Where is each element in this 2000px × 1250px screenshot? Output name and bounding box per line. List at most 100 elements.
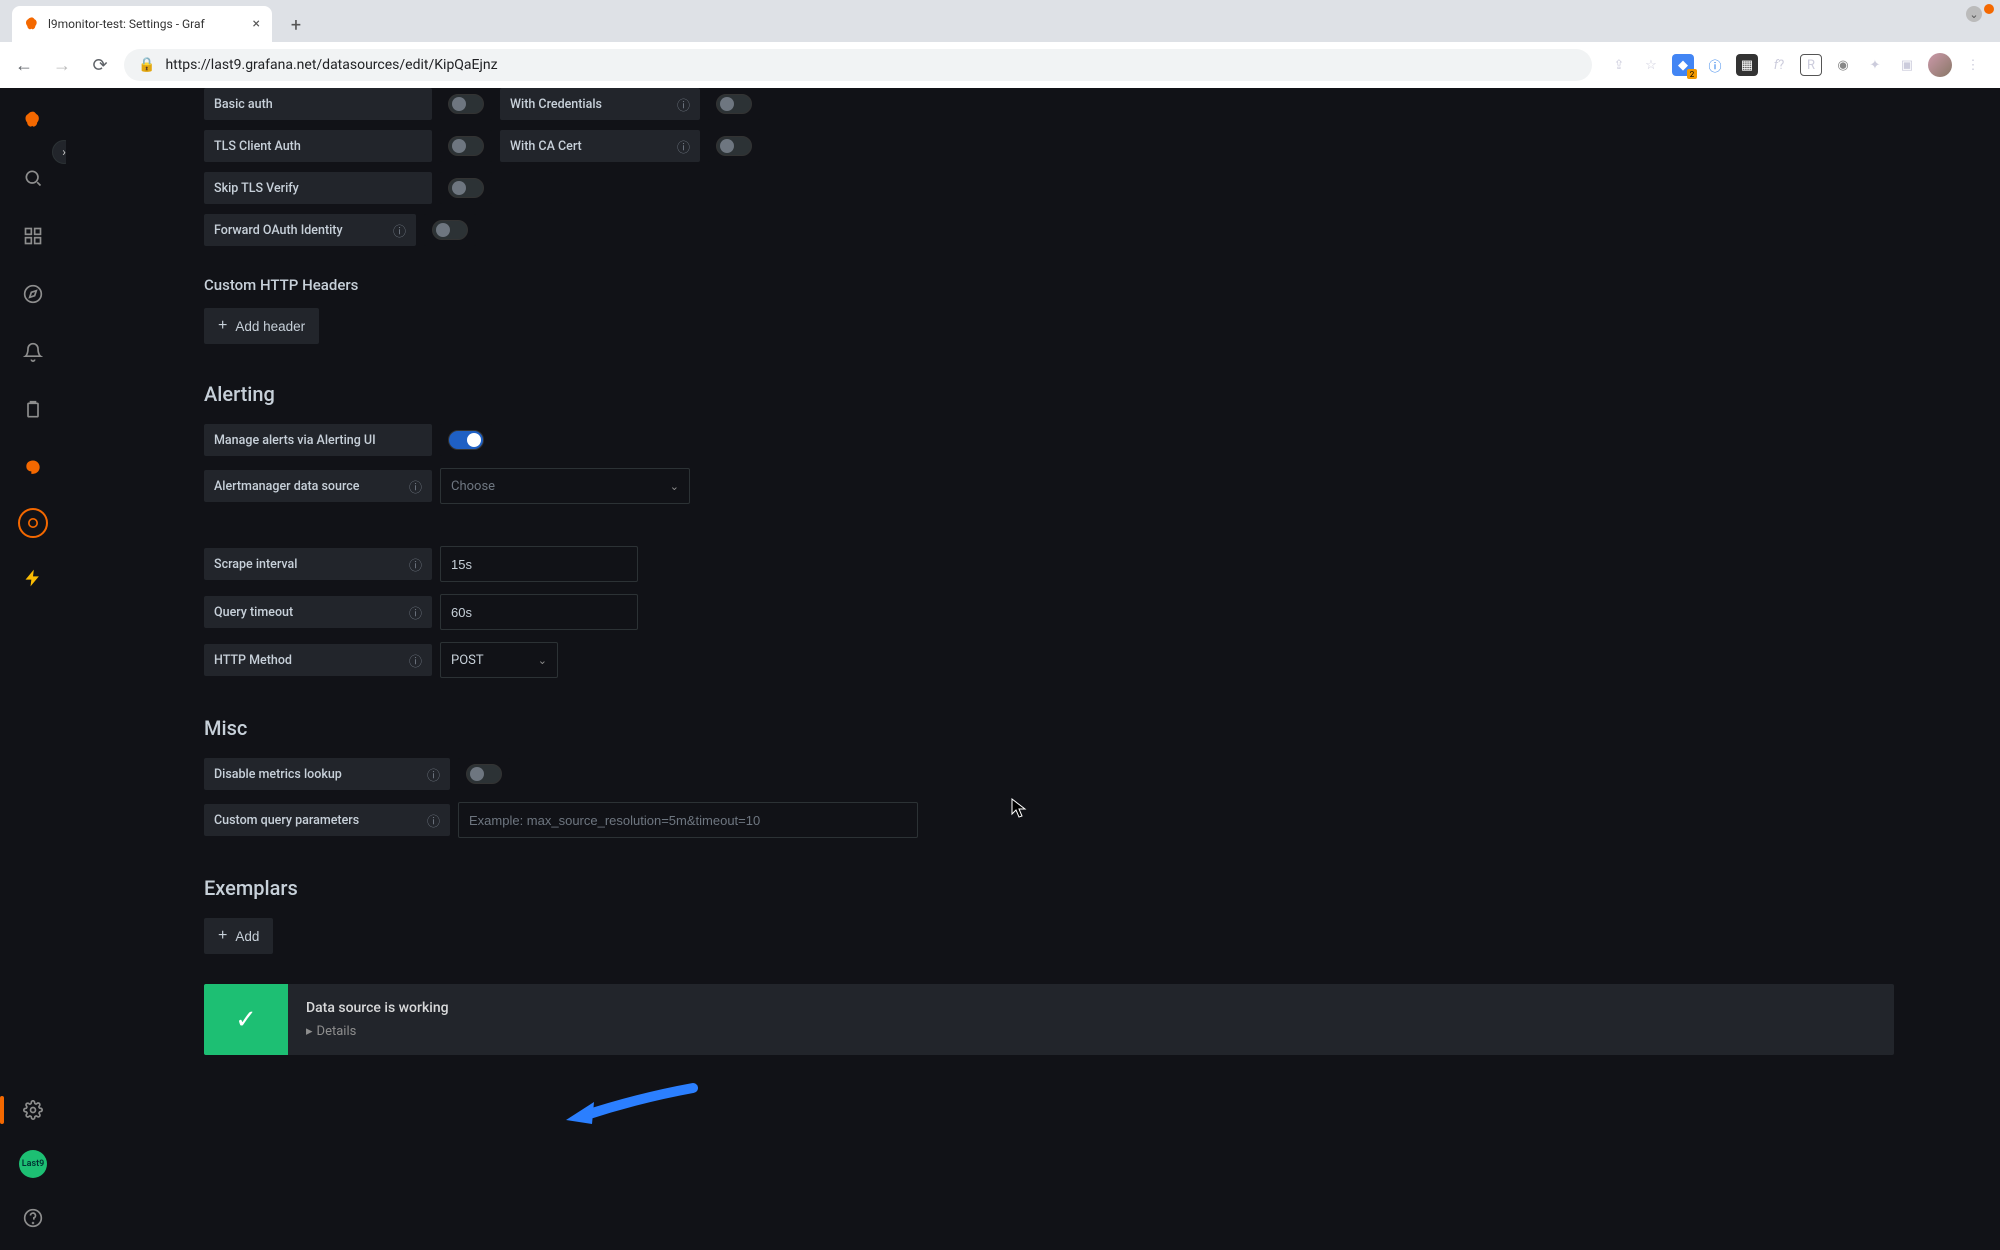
sidebar: › Last9 — [0, 88, 66, 1250]
profile-avatar[interactable] — [1928, 53, 1952, 77]
settings-icon[interactable] — [15, 1092, 51, 1128]
manage-alerts-toggle[interactable] — [448, 430, 484, 450]
dashboards-icon[interactable] — [15, 218, 51, 254]
disable-lookup-label: Disable metrics lookup ⓘ — [204, 758, 450, 790]
query-timeout-input[interactable] — [440, 594, 638, 630]
disable-lookup-row: Disable metrics lookup ⓘ — [204, 758, 1894, 790]
new-tab-button[interactable]: + — [282, 11, 310, 39]
info-icon[interactable]: ⓘ — [409, 477, 422, 496]
extension-info-icon[interactable]: ⓘ — [1704, 54, 1726, 76]
misc-title: Misc — [204, 716, 1894, 740]
bolt-icon[interactable] — [15, 560, 51, 596]
back-button[interactable]: ← — [10, 51, 38, 79]
clipboard-icon[interactable] — [15, 392, 51, 428]
sidepanel-icon[interactable]: ▣ — [1896, 54, 1918, 76]
extensions-puzzle-icon[interactable]: ✦ — [1864, 54, 1886, 76]
address-bar: ← → ⟳ 🔒 https://last9.grafana.net/dataso… — [0, 42, 2000, 88]
extension-dark-icon[interactable]: ▦ — [1736, 54, 1758, 76]
info-icon[interactable]: ⓘ — [427, 765, 440, 784]
status-title: Data source is working — [306, 1000, 449, 1016]
alertmanager-select[interactable]: Choose ⌄ — [440, 468, 690, 504]
alerting-title: Alerting — [204, 382, 1894, 406]
tls-client-auth-label: TLS Client Auth — [204, 130, 432, 162]
disable-lookup-toggle[interactable] — [466, 764, 502, 784]
exemplars-title: Exemplars — [204, 876, 1894, 900]
manage-alerts-label: Manage alerts via Alerting UI — [204, 424, 432, 456]
forward-button[interactable]: → — [48, 51, 76, 79]
chrome-menu-icon[interactable]: ⋮ — [1962, 54, 1984, 76]
info-icon[interactable]: ⓘ — [677, 95, 690, 114]
incident-icon[interactable] — [18, 508, 48, 538]
url-field[interactable]: 🔒 https://last9.grafana.net/datasources/… — [124, 49, 1592, 81]
info-icon[interactable]: ⓘ — [677, 137, 690, 156]
share-icon[interactable]: ⇪ — [1608, 54, 1630, 76]
chrome-expand-icon[interactable]: ⌄ — [1966, 6, 1982, 22]
custom-params-row: Custom query parameters ⓘ — [204, 802, 1894, 838]
http-method-row: HTTP Method ⓘ POST ⌄ — [204, 642, 1894, 678]
window-control-dot — [1984, 4, 1994, 14]
annotation-arrow — [558, 1080, 698, 1136]
status-banner: ✓ Data source is working ▸ Details — [204, 984, 1894, 1055]
auth-row-oauth: Forward OAuth Identity ⓘ — [204, 214, 1894, 246]
chevron-down-icon: ⌄ — [670, 480, 679, 493]
auth-row-skip: Skip TLS Verify — [204, 172, 1894, 204]
forward-oauth-toggle[interactable] — [432, 220, 468, 240]
auth-row-tls: TLS Client Auth With CA Cert ⓘ — [204, 130, 1894, 162]
http-method-label: HTTP Method ⓘ — [204, 644, 432, 676]
oncall-icon[interactable] — [15, 450, 51, 486]
alertmanager-label: Alertmanager data source ⓘ — [204, 470, 432, 502]
check-icon: ✓ — [204, 984, 288, 1055]
reload-button[interactable]: ⟳ — [86, 51, 114, 79]
lock-icon: 🔒 — [138, 57, 155, 73]
status-details-toggle[interactable]: ▸ Details — [306, 1024, 449, 1039]
search-icon[interactable] — [15, 160, 51, 196]
extension-rec-icon[interactable]: ◉ — [1832, 54, 1854, 76]
with-ca-cert-toggle[interactable] — [716, 136, 752, 156]
custom-params-input[interactable] — [458, 802, 918, 838]
extension-blue-icon[interactable]: ◆ — [1672, 54, 1694, 76]
basic-auth-label: Basic auth — [204, 88, 432, 120]
grafana-favicon-icon — [24, 16, 40, 32]
scrape-interval-row: Scrape interval ⓘ — [204, 546, 1894, 582]
with-credentials-label: With Credentials ⓘ — [500, 88, 700, 120]
browser-chrome: l9monitor-test: Settings - Graf × + ⌄ ← … — [0, 0, 2000, 88]
basic-auth-toggle[interactable] — [448, 94, 484, 114]
auth-row-basic: Basic auth With Credentials ⓘ — [204, 88, 1894, 120]
http-method-select[interactable]: POST ⌄ — [440, 642, 558, 678]
tab-bar: l9monitor-test: Settings - Graf × + ⌄ — [0, 0, 2000, 42]
skip-tls-verify-label: Skip TLS Verify — [204, 172, 432, 204]
star-icon[interactable]: ☆ — [1640, 54, 1662, 76]
url-text: https://last9.grafana.net/datasources/ed… — [165, 57, 497, 73]
alerting-icon[interactable] — [15, 334, 51, 370]
grafana-app: › Last9 — [0, 88, 2000, 1250]
info-icon[interactable]: ⓘ — [409, 651, 422, 670]
with-ca-cert-label: With CA Cert ⓘ — [500, 130, 700, 162]
scrape-interval-input[interactable] — [440, 546, 638, 582]
custom-params-label: Custom query parameters ⓘ — [204, 804, 450, 836]
info-icon[interactable]: ⓘ — [427, 811, 440, 830]
browser-tab[interactable]: l9monitor-test: Settings - Graf × — [12, 6, 272, 42]
info-icon[interactable]: ⓘ — [409, 555, 422, 574]
manage-alerts-row: Manage alerts via Alerting UI — [204, 424, 1894, 456]
forward-oauth-label: Forward OAuth Identity ⓘ — [204, 214, 416, 246]
main-content: Basic auth With Credentials ⓘ TLS Client… — [66, 88, 2000, 1250]
triangle-right-icon: ▸ — [306, 1024, 313, 1039]
help-icon[interactable] — [15, 1200, 51, 1236]
plus-icon: + — [218, 927, 227, 945]
grafana-logo-icon[interactable] — [15, 102, 51, 138]
tab-close-icon[interactable]: × — [253, 16, 260, 32]
add-header-button[interactable]: + Add header — [204, 308, 319, 344]
extension-f-icon[interactable]: f? — [1768, 54, 1790, 76]
with-credentials-toggle[interactable] — [716, 94, 752, 114]
info-icon[interactable]: ⓘ — [409, 603, 422, 622]
explore-icon[interactable] — [15, 276, 51, 312]
skip-tls-verify-toggle[interactable] — [448, 178, 484, 198]
tls-client-auth-toggle[interactable] — [448, 136, 484, 156]
info-icon[interactable]: ⓘ — [393, 221, 406, 240]
tab-title: l9monitor-test: Settings - Graf — [48, 17, 245, 31]
extension-r-icon[interactable]: R — [1800, 54, 1822, 76]
user-avatar[interactable]: Last9 — [19, 1150, 47, 1178]
scrape-interval-label: Scrape interval ⓘ — [204, 548, 432, 580]
add-exemplar-button[interactable]: + Add — [204, 918, 273, 954]
query-timeout-label: Query timeout ⓘ — [204, 596, 432, 628]
